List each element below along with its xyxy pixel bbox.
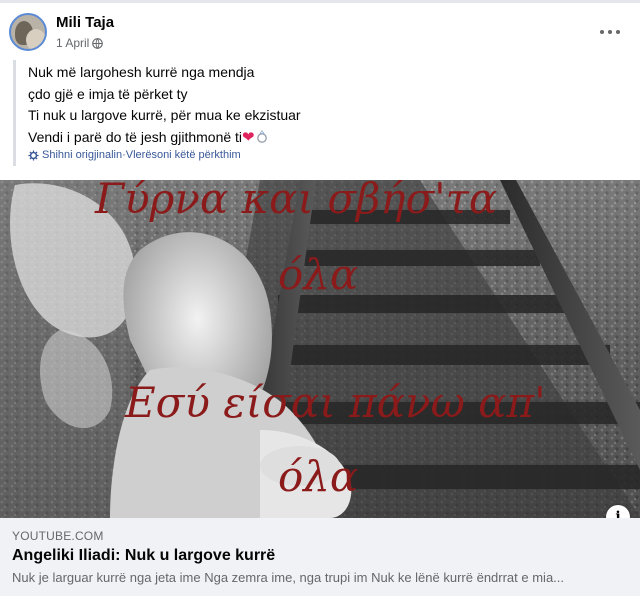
post-text-line: çdo gjë e imja të përket ty <box>28 85 188 102</box>
link-preview[interactable]: YOUTUBE.COM Angeliki Iliadi: Nuk u largo… <box>0 518 640 596</box>
video-thumbnail[interactable]: Γύρνα και σβήσ'τα όλα Εσύ είσαι πάνω απ'… <box>0 180 640 518</box>
post-text: Nuk më largohesh kurrë nga mendja çdo gj… <box>28 62 301 148</box>
link-description: Nuk je larguar kurrë nga jeta ime Nga ze… <box>12 570 565 585</box>
heart-icon: ❤ <box>242 128 255 146</box>
post-text-line: Nuk më largohesh kurrë nga mendja <box>28 64 255 80</box>
dot <box>616 30 620 34</box>
avatar-face <box>26 29 45 49</box>
globe-icon <box>92 37 104 49</box>
translation-links[interactable]: Shihni origjinalin·Vlerësoni këtë përkth… <box>28 149 241 161</box>
overlay-text: Γύρνα και σβήσ'τα όλα Εσύ είσαι πάνω απ'… <box>0 180 640 518</box>
post-card: Mili Taja 1 April Nuk më largohesh kurrë… <box>0 0 640 596</box>
dot <box>600 30 604 34</box>
author-name[interactable]: Mili Taja <box>56 14 114 31</box>
more-options-button[interactable] <box>600 27 620 37</box>
link-title[interactable]: Angeliki Iliadi: Nuk u largove kurrë <box>12 547 275 565</box>
overlay-line: Εσύ είσαι πάνω απ' <box>125 378 546 427</box>
link-domain: YOUTUBE.COM <box>12 529 104 543</box>
post-text-line-last: Vendi i parë do të jesh gjithmonë ti❤ <box>28 127 301 149</box>
quote-bar <box>13 60 16 166</box>
avatar[interactable] <box>9 13 47 51</box>
overlay-line: όλα <box>278 452 359 501</box>
gear-icon <box>28 149 39 161</box>
post-text-line: Vendi i parë do të jesh gjithmonë ti <box>28 128 243 145</box>
divider <box>0 0 640 3</box>
translation-note[interactable]: Shihni origjinalin·Vlerësoni këtë përkth… <box>42 149 241 161</box>
post-text-line: Ti nuk u largove kurrë, për mua ke ekzis… <box>28 107 301 123</box>
overlay-line: Γύρνα και σβήσ'τα <box>95 180 498 223</box>
ring-icon <box>256 129 267 143</box>
dot <box>608 30 612 34</box>
overlay-line: όλα <box>278 250 359 299</box>
post-date[interactable]: 1 April <box>56 36 89 50</box>
post-meta: 1 April <box>56 36 104 50</box>
